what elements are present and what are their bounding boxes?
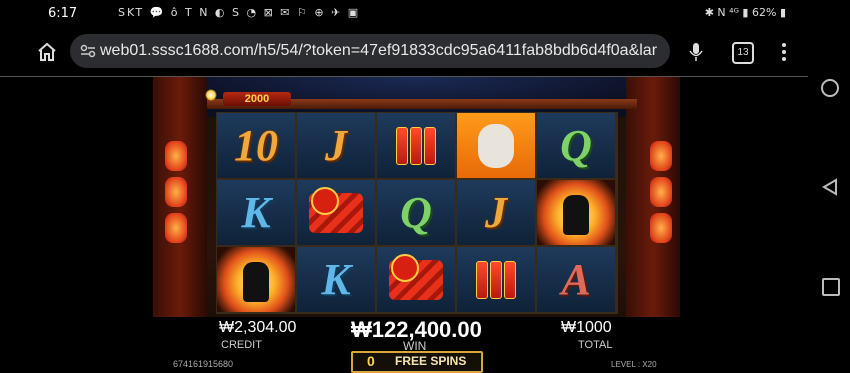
card-symbol: K [241, 187, 271, 237]
lantern-icon [165, 177, 187, 207]
reel-cell: 10 [217, 113, 295, 178]
reel-cell: J [297, 113, 375, 178]
monkey-silhouette-icon [243, 262, 269, 302]
url-text[interactable]: web01.sssc1688.com/h5/54/?token=47ef9183… [100, 42, 666, 60]
reel-cell: Q [537, 113, 615, 178]
reel-cell [297, 180, 375, 245]
signal-icons: ✱ N ⁴ᴳ ▮ [704, 6, 749, 19]
lantern-icon [165, 141, 187, 171]
slot-game-canvas[interactable]: 2000 10 J Q K Q J K A ₩2,304.00 CREDIT ₩122,400… [153, 77, 680, 373]
address-bar[interactable]: web01.sssc1688.com/h5/54/?token=47ef9183… [70, 34, 670, 68]
site-settings-icon[interactable] [80, 43, 96, 59]
fuse-spark-icon [205, 89, 217, 101]
lantern-icon [650, 141, 672, 171]
firecrackers-icon [396, 126, 436, 165]
status-right: ✱ N ⁴ᴳ ▮ 62% ▮ [705, 6, 786, 19]
notification-icons: 💬 ô T N ◐ S ◔ ⊠ ✉ ⚐ ⊕ ✈ ▣ [149, 6, 361, 19]
free-spins-label: FREE SPINS [395, 354, 467, 368]
reel-cell [377, 113, 455, 178]
carrier-label: SKT [118, 6, 145, 19]
card-symbol: J [325, 120, 347, 170]
system-nav-bar [808, 0, 850, 373]
game-footer: ₩2,304.00 CREDIT ₩122,400.00 WIN ₩1000 T… [153, 317, 680, 373]
tab-switcher-button[interactable]: 13 [732, 42, 754, 64]
card-symbol: J [485, 187, 507, 237]
free-spins-counter: 0 FREE SPINS [351, 351, 483, 373]
status-carrier: SKT 💬 ô T N ◐ S ◔ ⊠ ✉ ⚐ ⊕ ✈ ▣ [118, 6, 360, 19]
home-icon[interactable] [37, 42, 57, 62]
status-time: 6:17 [48, 6, 78, 21]
firecracker-bundle-icon [389, 253, 443, 300]
total-bet-label: TOTAL [578, 339, 613, 351]
lantern-icon [650, 177, 672, 207]
monkey-silhouette-icon [563, 195, 589, 235]
lantern-icon [165, 213, 187, 243]
card-symbol: Q [400, 187, 432, 237]
reel-cell [537, 180, 615, 245]
reel-cell [457, 113, 535, 178]
firecracker-bundle-icon [309, 186, 363, 233]
reel-cell: K [217, 180, 295, 245]
browser-toolbar: web01.sssc1688.com/h5/54/?token=47ef9183… [0, 28, 808, 76]
status-bar: 6:17 SKT 💬 ô T N ◐ S ◔ ⊠ ✉ ⚐ ⊕ ✈ ▣ ✱ N ⁴… [0, 0, 808, 28]
home-circle-icon[interactable] [821, 79, 839, 97]
recents-square-icon[interactable] [822, 278, 840, 296]
back-triangle-icon[interactable] [822, 178, 838, 196]
reel-cell [217, 247, 295, 312]
ticket-id: 674161915680 [173, 359, 234, 369]
jackpot-bar: 2000 [223, 92, 291, 106]
level-indicator: LEVEL : X20 [611, 360, 657, 369]
card-symbol: Q [560, 120, 592, 170]
microphone-icon[interactable] [688, 42, 704, 62]
firecrackers-icon [476, 260, 516, 299]
card-symbol: K [321, 254, 351, 304]
reel-cell: J [457, 180, 535, 245]
reel-cell: K [297, 247, 375, 312]
card-symbol: A [561, 254, 591, 304]
credit-label: CREDIT [221, 339, 262, 351]
credit-value: ₩2,304.00 [219, 319, 297, 336]
battery-icon: ▮ [779, 6, 786, 19]
card-symbol: 10 [234, 120, 278, 170]
lantern-icon [650, 213, 672, 243]
total-bet-value[interactable]: ₩1000 [561, 319, 612, 337]
more-menu-icon[interactable] [780, 42, 788, 62]
reel-cell: Q [377, 180, 455, 245]
reel-cell: A [537, 247, 615, 312]
battery-level: 62% [751, 6, 777, 19]
free-spins-count: 0 [367, 353, 375, 369]
reel-grid[interactable]: 10 J Q K Q J K A [216, 112, 618, 314]
reel-cell [377, 247, 455, 312]
llama-wild-icon [478, 123, 514, 168]
reel-cell [457, 247, 535, 312]
